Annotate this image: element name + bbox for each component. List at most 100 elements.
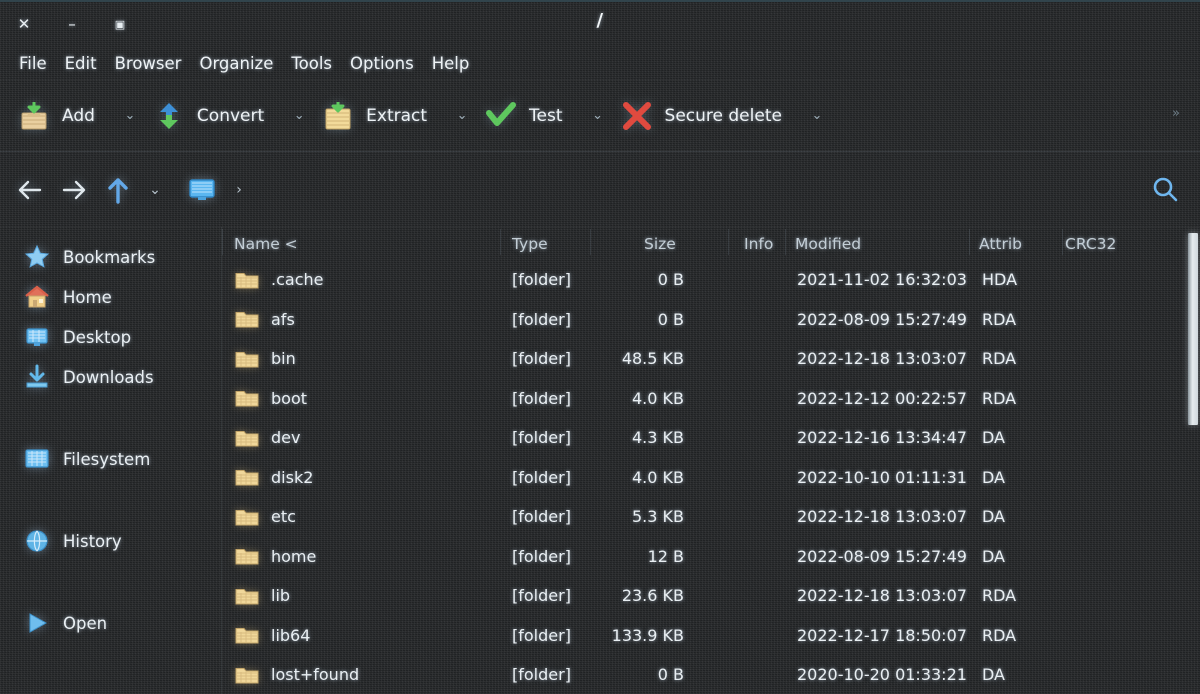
table-row[interactable]: lib64 [folder] 133.9 KB 2022-12-17 18:50:07… <box>222 616 1200 656</box>
convert-dropdown-caret[interactable]: ⌄ <box>282 99 316 133</box>
table-row[interactable]: lib [folder] 23.6 KB 2022-12-18 13:03:07 RDA <box>222 576 1200 616</box>
column-header-attrib[interactable]: Attrib <box>979 235 1022 253</box>
file-name-cell[interactable]: afs <box>234 308 295 330</box>
minimize-icon[interactable]: – <box>62 14 82 34</box>
menu-browser[interactable]: Browser <box>106 52 191 75</box>
sidebar-item-downloads[interactable]: Downloads <box>0 357 221 397</box>
sidebar-item-bookmarks[interactable]: Bookmarks <box>0 237 221 277</box>
search-icon[interactable] <box>1144 168 1186 210</box>
file-attrib-cell: RDA <box>982 309 1017 329</box>
sidebar-divider-1 <box>0 397 221 439</box>
table-row[interactable]: .cache [folder] 0 B 2021-11-02 16:32:03 HDA <box>222 260 1200 300</box>
file-name-cell[interactable]: lost+found <box>234 664 359 686</box>
secure-delete-button[interactable]: Secure delete <box>619 99 782 133</box>
add-button[interactable]: Add <box>16 99 95 133</box>
file-type-cell: [folder] <box>512 270 571 290</box>
sidebar-item-history[interactable]: History <box>0 521 221 561</box>
menu-help[interactable]: Help <box>423 52 479 75</box>
file-name-cell[interactable]: home <box>234 545 316 567</box>
column-header-crc32[interactable]: CRC32 <box>1065 235 1116 253</box>
peazip-window: ✕ – ▣ / File Edit Browser Organize Tools… <box>0 0 1200 694</box>
column-separator[interactable] <box>500 229 501 255</box>
sidebar-item-filesystem[interactable]: Filesystem <box>0 439 221 479</box>
forward-arrow-icon[interactable] <box>52 168 96 212</box>
convert-button[interactable]: Convert <box>151 99 264 133</box>
file-modified-cell: 2022-10-10 01:11:31 <box>797 467 967 487</box>
file-type-cell: [folder] <box>512 428 571 448</box>
extract-dropdown-caret[interactable]: ⌄ <box>445 99 479 133</box>
maximize-icon[interactable]: ▣ <box>110 14 130 34</box>
column-header-size[interactable]: Size <box>644 235 676 253</box>
file-attrib-cell: DA <box>982 507 1005 527</box>
file-name-cell[interactable]: disk2 <box>234 466 313 488</box>
close-icon[interactable]: ✕ <box>14 14 34 34</box>
file-name-label: dev <box>271 428 301 448</box>
back-arrow-icon[interactable] <box>8 168 52 212</box>
column-separator[interactable] <box>728 229 729 255</box>
sidebar-item-desktop[interactable]: Desktop <box>0 317 221 357</box>
table-row[interactable]: lost+found [folder] 0 B 2020-10-20 01:33:21… <box>222 655 1200 694</box>
add-dropdown-caret[interactable]: ⌄ <box>113 99 147 133</box>
file-name-cell[interactable]: etc <box>234 506 296 528</box>
folder-icon <box>234 387 260 409</box>
up-arrow-icon[interactable] <box>96 168 140 212</box>
test-dropdown-caret[interactable]: ⌄ <box>581 99 615 133</box>
table-row[interactable]: etc [folder] 5.3 KB 2022-12-18 13:03:07 DA <box>222 497 1200 537</box>
file-name-cell[interactable]: .cache <box>234 269 323 291</box>
table-row[interactable]: disk2 [folder] 4.0 KB 2022-10-10 01:11:31 DA <box>222 458 1200 498</box>
file-name-cell[interactable]: bin <box>234 348 296 370</box>
history-dropdown-caret[interactable]: ⌄ <box>140 170 170 210</box>
column-separator[interactable] <box>785 229 786 255</box>
table-row[interactable]: boot [folder] 4.0 KB 2022-12-12 00:22:57 RDA <box>222 379 1200 419</box>
test-button[interactable]: Test <box>483 99 563 133</box>
file-size-cell: 12 B <box>647 546 684 566</box>
file-type-cell: [folder] <box>512 665 571 685</box>
table-row[interactable]: bin [folder] 48.5 KB 2022-12-18 13:03:07 RDA <box>222 339 1200 379</box>
folder-icon <box>234 545 260 567</box>
file-size-cell: 5.3 KB <box>632 507 684 527</box>
path-separator-caret[interactable]: › <box>224 170 254 210</box>
extract-icon <box>320 99 356 133</box>
file-name-label: boot <box>271 388 308 408</box>
table-row[interactable]: dev [folder] 4.3 KB 2022-12-16 13:34:47 DA <box>222 418 1200 458</box>
folder-icon <box>234 585 260 607</box>
column-header-modified[interactable]: Modified <box>795 235 861 253</box>
column-separator[interactable] <box>222 229 223 255</box>
column-header-info[interactable]: Info <box>744 235 773 253</box>
vertical-scrollbar[interactable] <box>1186 227 1200 694</box>
file-name-cell[interactable]: lib64 <box>234 624 310 646</box>
column-header-type[interactable]: Type <box>512 235 548 253</box>
add-button-label: Add <box>62 105 95 126</box>
column-separator[interactable] <box>1062 229 1063 255</box>
folder-icon <box>234 308 260 330</box>
download-icon <box>22 362 52 392</box>
table-row[interactable]: home [folder] 12 B 2022-08-09 15:27:49 DA <box>222 537 1200 577</box>
file-name-label: afs <box>271 309 295 329</box>
file-name-cell[interactable]: boot <box>234 387 307 409</box>
menu-bar: File Edit Browser Organize Tools Options… <box>0 46 1200 80</box>
menu-organize[interactable]: Organize <box>190 52 282 75</box>
menu-options[interactable]: Options <box>341 52 423 75</box>
column-separator[interactable] <box>590 229 591 255</box>
file-name-cell[interactable]: dev <box>234 427 300 449</box>
menu-file[interactable]: File <box>10 52 56 75</box>
secure-delete-dropdown-caret[interactable]: ⌄ <box>800 99 834 133</box>
file-name-label: disk2 <box>271 467 314 487</box>
file-rows: .cache [folder] 0 B 2021-11-02 16:32:03 HDA a… <box>222 260 1200 694</box>
scrollbar-thumb[interactable] <box>1188 233 1198 425</box>
menu-tools[interactable]: Tools <box>282 52 341 75</box>
column-separator[interactable] <box>969 229 970 255</box>
title-bar: ✕ – ▣ / <box>0 0 1200 46</box>
file-name-cell[interactable]: lib <box>234 585 290 607</box>
extract-button[interactable]: Extract <box>320 99 427 133</box>
sidebar-item-open[interactable]: Open <box>0 603 221 643</box>
computer-icon[interactable] <box>180 168 224 212</box>
table-row[interactable]: afs [folder] 0 B 2022-08-09 15:27:49 RDA <box>222 300 1200 340</box>
add-archive-icon <box>16 99 52 133</box>
sidebar-item-home[interactable]: Home <box>0 277 221 317</box>
toolbar-overflow-icon[interactable]: » <box>1172 106 1182 121</box>
column-header-name[interactable]: Name < <box>234 235 298 253</box>
menu-edit[interactable]: Edit <box>56 52 106 75</box>
folder-icon <box>234 269 260 291</box>
window-controls: ✕ – ▣ <box>0 14 130 34</box>
